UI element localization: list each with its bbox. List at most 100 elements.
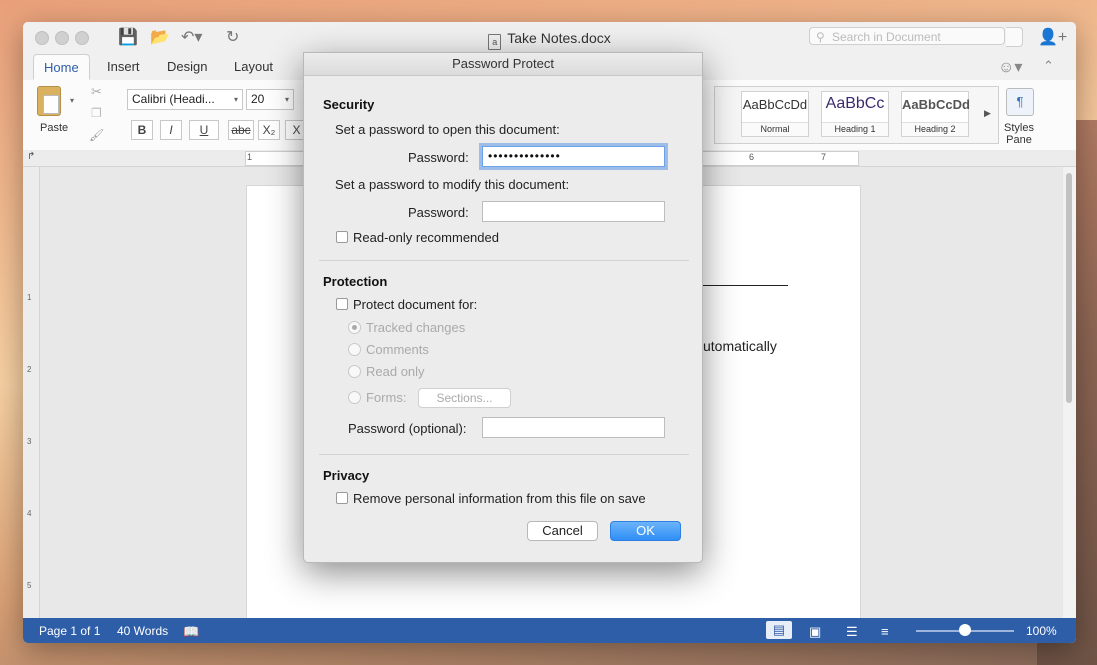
zoom-slider-thumb[interactable]	[959, 624, 971, 636]
optional-password-field[interactable]	[482, 417, 665, 438]
document-icon: a	[488, 34, 502, 50]
collapse-ribbon-icon[interactable]: ⌃	[1043, 58, 1054, 74]
styles-pane-label[interactable]: Styles Pane	[995, 122, 1043, 146]
ruler-mark: 1	[27, 293, 32, 302]
font-size-select[interactable]: 20 ▾	[246, 89, 294, 110]
outline-view-icon[interactable]: ☰	[846, 624, 858, 640]
remove-personal-info-checkbox[interactable]	[336, 492, 348, 504]
cut-icon[interactable]: ✂	[91, 84, 102, 100]
style-sample: AaBbCcDd	[902, 97, 970, 112]
style-sample: AaBbCc	[825, 95, 885, 112]
tab-insert[interactable]: Insert	[107, 59, 140, 74]
ruler-mark: 7	[821, 152, 827, 162]
ruler-mark: 6	[749, 152, 755, 162]
cancel-button[interactable]: Cancel	[527, 521, 598, 541]
title-bar: 💾 📂 ↶▾ ↻ a Take Notes.docx ⚲ Search in Do…	[23, 22, 1076, 54]
search-placeholder: Search in Document	[832, 30, 941, 44]
ruler-mark: 4	[27, 509, 32, 518]
document-horizontal-line	[703, 285, 788, 286]
format-painter-icon[interactable]: 🖌	[89, 128, 104, 142]
open-password-label: Password:	[408, 150, 469, 165]
gallery-next-icon[interactable]: ▶	[984, 108, 991, 119]
privacy-heading: Privacy	[323, 468, 370, 483]
read-only-label: Read only	[366, 364, 425, 379]
zoom-level[interactable]: 100%	[1026, 624, 1057, 638]
remove-personal-info-label[interactable]: Remove personal information from this fi…	[353, 491, 646, 506]
chevron-down-icon: ▾	[233, 95, 238, 104]
strikethrough-button[interactable]: abc	[228, 120, 254, 140]
comments-radio[interactable]	[348, 343, 361, 356]
tracked-changes-radio[interactable]	[348, 321, 361, 334]
modify-password-field[interactable]	[482, 201, 665, 222]
forms-radio[interactable]	[348, 391, 361, 404]
paste-icon[interactable]	[37, 86, 61, 116]
copy-icon[interactable]: ❐	[91, 106, 102, 120]
style-normal[interactable]: AaBbCcDd Normal	[741, 91, 809, 137]
password-protect-dialog: Password Protect Security Set a password…	[303, 52, 703, 563]
read-only-radio[interactable]	[348, 365, 361, 378]
document-text[interactable]: utomatically	[703, 338, 777, 354]
security-heading: Security	[323, 97, 375, 112]
italic-button[interactable]: I	[160, 120, 182, 140]
open-password-description: Set a password to open this document:	[335, 122, 560, 137]
search-options-button[interactable]	[1006, 27, 1023, 47]
ruler-mark: 5	[27, 581, 32, 590]
vertical-scrollbar[interactable]	[1063, 167, 1076, 618]
document-title-text: Take Notes.docx	[507, 30, 611, 46]
paste-dropdown-icon[interactable]: ▾	[70, 96, 74, 105]
style-sample: AaBbCcDd	[742, 97, 808, 112]
open-password-field[interactable]: ••••••••••••••	[482, 146, 665, 167]
font-size-value: 20	[251, 92, 265, 106]
style-name: Heading 1	[822, 122, 888, 136]
styles-gallery: AaBbCcDd Normal AaBbCc Heading 1 AaBbCcD…	[714, 86, 999, 144]
sections-button[interactable]: Sections...	[418, 388, 511, 408]
underline-button[interactable]: U	[189, 120, 219, 140]
subscript-button[interactable]: X₂	[258, 120, 280, 140]
read-only-recommended-checkbox[interactable]	[336, 231, 348, 243]
style-heading-2[interactable]: AaBbCcDd Heading 2	[901, 91, 970, 137]
section-divider	[319, 260, 689, 261]
paste-label: Paste	[40, 122, 69, 134]
status-bar: Page 1 of 1 40 Words 📖 ▤ ▣ ☰ ≡ 100%	[23, 618, 1076, 643]
draft-view-icon[interactable]: ≡	[881, 624, 889, 639]
tab-stop-icon[interactable]: ↱	[27, 151, 35, 162]
ruler-mark: 3	[27, 437, 32, 446]
print-layout-icon[interactable]: ▤	[766, 621, 792, 639]
search-input[interactable]: ⚲ Search in Document	[809, 27, 1005, 45]
style-name: Heading 2	[902, 122, 968, 136]
style-heading-1[interactable]: AaBbCc Heading 1	[821, 91, 889, 137]
section-divider	[319, 454, 689, 455]
tab-layout[interactable]: Layout	[234, 59, 273, 74]
vertical-ruler[interactable]: 1 2 3 4 5	[23, 167, 40, 618]
dialog-title: Password Protect	[304, 53, 702, 76]
protect-document-checkbox[interactable]	[336, 298, 348, 310]
font-name-value: Calibri (Headi...	[132, 92, 215, 106]
tab-design[interactable]: Design	[167, 59, 207, 74]
modify-password-label: Password:	[408, 205, 469, 220]
font-name-select[interactable]: Calibri (Headi... ▾	[127, 89, 243, 110]
tab-home[interactable]: Home	[33, 54, 90, 80]
modify-password-description: Set a password to modify this document:	[335, 177, 570, 192]
proofing-icon[interactable]: 📖	[183, 624, 199, 640]
scrollbar-thumb[interactable]	[1066, 173, 1072, 403]
ok-button[interactable]: OK	[610, 521, 681, 541]
tracked-changes-label: Tracked changes	[366, 320, 466, 335]
comments-label: Comments	[366, 342, 429, 357]
search-icon: ⚲	[816, 30, 825, 44]
styles-pane-icon[interactable]: ¶	[1006, 88, 1034, 116]
feedback-smiley-icon[interactable]: ☺▾	[998, 57, 1022, 77]
read-only-recommended-label[interactable]: Read-only recommended	[353, 230, 499, 245]
style-name: Normal	[742, 122, 808, 136]
web-layout-icon[interactable]: ▣	[809, 624, 821, 640]
word-count[interactable]: 40 Words	[117, 624, 168, 638]
bold-button[interactable]: B	[131, 120, 153, 140]
ruler-mark: 2	[27, 365, 32, 374]
page-count[interactable]: Page 1 of 1	[39, 624, 100, 638]
protect-document-label[interactable]: Protect document for:	[353, 297, 477, 312]
forms-label: Forms:	[366, 390, 407, 405]
ruler-mark: 1	[247, 152, 253, 162]
protection-heading: Protection	[323, 274, 388, 289]
optional-password-label: Password (optional):	[348, 421, 467, 436]
add-person-icon[interactable]: 👤+	[1038, 27, 1067, 47]
chevron-down-icon: ▾	[284, 95, 289, 104]
